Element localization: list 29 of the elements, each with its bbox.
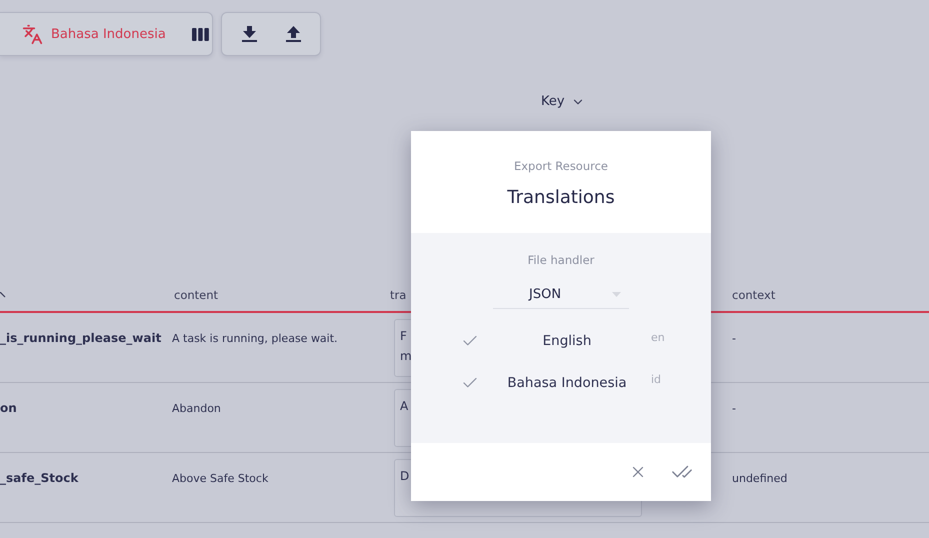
context-text: -: [732, 402, 736, 415]
language-code: id: [650, 372, 662, 386]
download-button[interactable]: [242, 26, 257, 42]
language-name: Bahasa Indonesia: [507, 375, 627, 391]
dropdown-arrow-icon: [612, 292, 621, 297]
columns-button[interactable]: [192, 28, 209, 40]
dialog-subtitle: Export Resource: [514, 159, 608, 173]
context-text: undefined: [732, 472, 788, 485]
upload-icon: [286, 26, 301, 42]
key-text: _is_running_please_wait: [0, 331, 162, 345]
column-header: content: [174, 288, 218, 302]
column-header: context: [732, 288, 776, 302]
language-name: English: [542, 333, 592, 349]
translate-icon: [22, 24, 43, 44]
context-text: -: [732, 332, 736, 345]
download-icon: [242, 26, 257, 42]
sort-button[interactable]: Key: [541, 94, 585, 109]
columns-icon: [192, 28, 209, 40]
upload-button[interactable]: [286, 26, 301, 42]
language-code: en: [650, 330, 666, 344]
content-text: A task is running, please wait.: [172, 332, 338, 345]
column-header: tra: [390, 288, 406, 302]
field-label: File handler: [528, 253, 594, 267]
content-text: Abandon: [172, 402, 221, 415]
dialog-title: Translations: [507, 187, 615, 208]
key-text: _safe_Stock: [0, 471, 78, 485]
file-handler-select[interactable]: JSON: [493, 281, 629, 309]
content-text: Above Safe Stock: [172, 472, 268, 485]
key-text: on: [0, 401, 17, 415]
